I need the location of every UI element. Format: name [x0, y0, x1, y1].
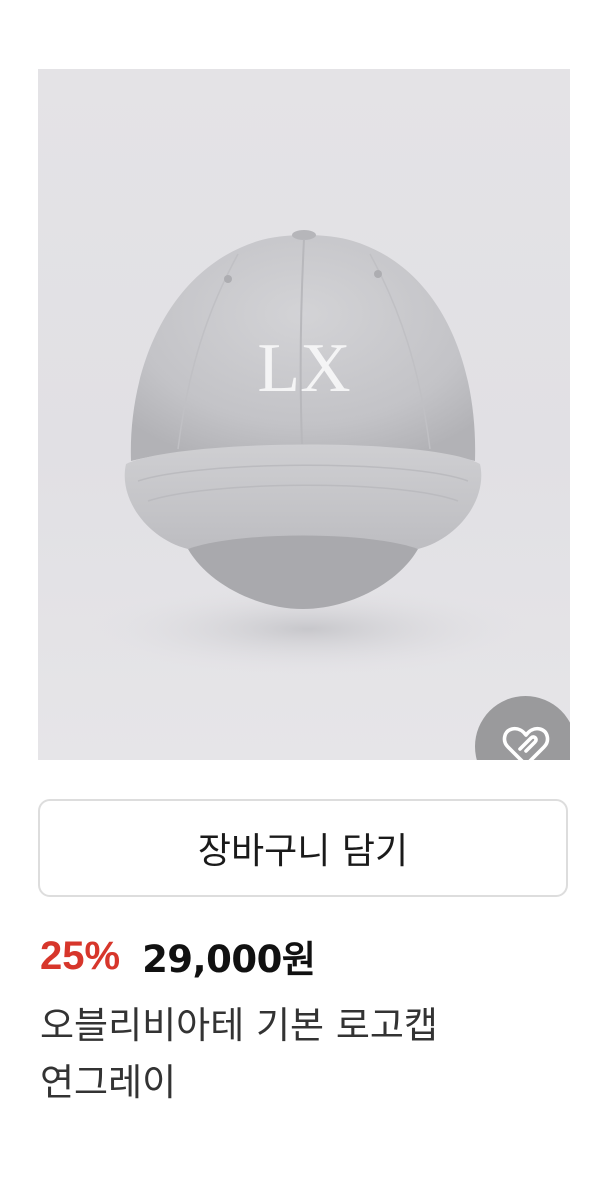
- product-image[interactable]: LX: [38, 69, 570, 760]
- cap-logo: LX: [257, 330, 350, 407]
- sale-price: 29,000원: [142, 938, 316, 981]
- discount-rate: 25%: [40, 933, 121, 978]
- add-to-cart-button[interactable]: 장바구니 담기: [38, 799, 568, 897]
- product-name[interactable]: 오블리비아테 기본 로고캡 연그레이: [40, 997, 580, 1111]
- heart-icon: [502, 726, 549, 760]
- cap-image: LX: [88, 230, 528, 674]
- price-row: 25% 29,000원: [40, 928, 316, 984]
